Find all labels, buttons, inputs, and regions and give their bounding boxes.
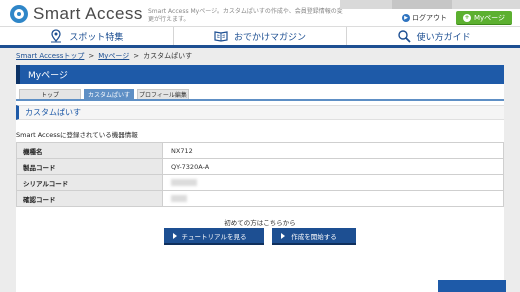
search-icon — [397, 30, 411, 43]
product-code-label: 製品コード — [16, 158, 163, 175]
start-create-button-label: 作成を開始する — [291, 232, 337, 241]
arrow-right-circle-icon: ▶ — [402, 14, 410, 22]
serial-code-value — [162, 174, 504, 191]
model-name-value: NX712 — [162, 142, 504, 159]
content-panel: Myページ トップ カスタムぱいす プロフィール編集 カスタムぱいす Smart… — [16, 65, 504, 292]
page-title: Myページ — [16, 65, 504, 84]
tab-top[interactable]: トップ — [19, 89, 81, 99]
tab-profile-edit[interactable]: プロフィール編集 — [137, 89, 189, 99]
tutorial-button[interactable]: チュートリアルを見る — [164, 228, 264, 245]
mypage-button-label: Myページ — [473, 13, 506, 22]
nav-item-label: 使い方ガイド — [416, 32, 471, 43]
logout-link[interactable]: ▶ ログアウト — [402, 12, 450, 24]
table-row: 機種名 NX712 — [16, 142, 504, 159]
nav-item-spot[interactable]: スポット特集 — [0, 27, 174, 45]
logout-label: ログアウト — [412, 14, 447, 22]
play-triangle-icon — [281, 233, 285, 239]
play-triangle-icon — [173, 233, 177, 239]
main-nav: スポット特集 おでかけマガジン 使い方ガイド — [0, 26, 520, 48]
table-row: 製品コード QY-7320A-A — [16, 158, 504, 175]
mypage-button[interactable]: + Myページ — [456, 11, 512, 25]
device-info-table: 機種名 NX712 製品コード QY-7320A-A シリアルコード 確認コード — [16, 142, 504, 207]
redacted-value — [171, 195, 187, 202]
breadcrumb-separator: > — [133, 52, 140, 60]
section-heading: カスタムぱいす — [16, 105, 504, 120]
bottom-blue-block — [438, 280, 506, 292]
logo-mark-icon — [10, 5, 28, 23]
device-info-label: Smart Accessに登録されている機器情報 — [16, 131, 138, 139]
breadcrumb: Smart Accessトップ > Myページ > カスタムぱいす — [16, 51, 192, 61]
tutorial-button-label: チュートリアルを見る — [181, 232, 247, 241]
table-row: シリアルコード — [16, 174, 504, 191]
breadcrumb-mypage-link[interactable]: Myページ — [98, 51, 129, 61]
tab-custom-pais[interactable]: カスタムぱいす — [84, 89, 134, 99]
breadcrumb-current: カスタムぱいす — [143, 52, 193, 60]
table-row: 確認コード — [16, 190, 504, 207]
confirmation-code-label: 確認コード — [16, 190, 163, 207]
nav-item-label: おでかけマガジン — [234, 32, 307, 43]
model-name-label: 機種名 — [16, 142, 163, 159]
smart-access-logo[interactable]: Smart Access — [10, 4, 143, 24]
breadcrumb-top-link[interactable]: Smart Accessトップ — [16, 51, 84, 61]
confirmation-code-value — [162, 190, 504, 207]
breadcrumb-separator: > — [88, 52, 95, 60]
book-icon — [214, 31, 228, 42]
start-create-button[interactable]: 作成を開始する — [272, 228, 356, 245]
first-time-note: 初めての方はこちらから — [224, 219, 296, 227]
page-tabs: トップ カスタムぱいす プロフィール編集 — [16, 89, 504, 101]
nav-item-guide[interactable]: 使い方ガイド — [347, 27, 520, 45]
redacted-value — [171, 179, 197, 186]
product-code-value: QY-7320A-A — [162, 158, 504, 175]
nav-item-magazine[interactable]: おでかけマガジン — [174, 27, 348, 45]
map-pin-icon — [51, 29, 62, 43]
header-top-strip-dark — [392, 0, 452, 9]
nav-item-label: スポット特集 — [69, 32, 124, 43]
logo-text: Smart Access — [33, 4, 143, 23]
plus-circle-icon: + — [462, 13, 471, 22]
header-tagline: Smart Access Myページ。カスタムぱいすの作成や、会員登録情報の変更… — [148, 8, 343, 23]
serial-code-label: シリアルコード — [16, 174, 163, 191]
